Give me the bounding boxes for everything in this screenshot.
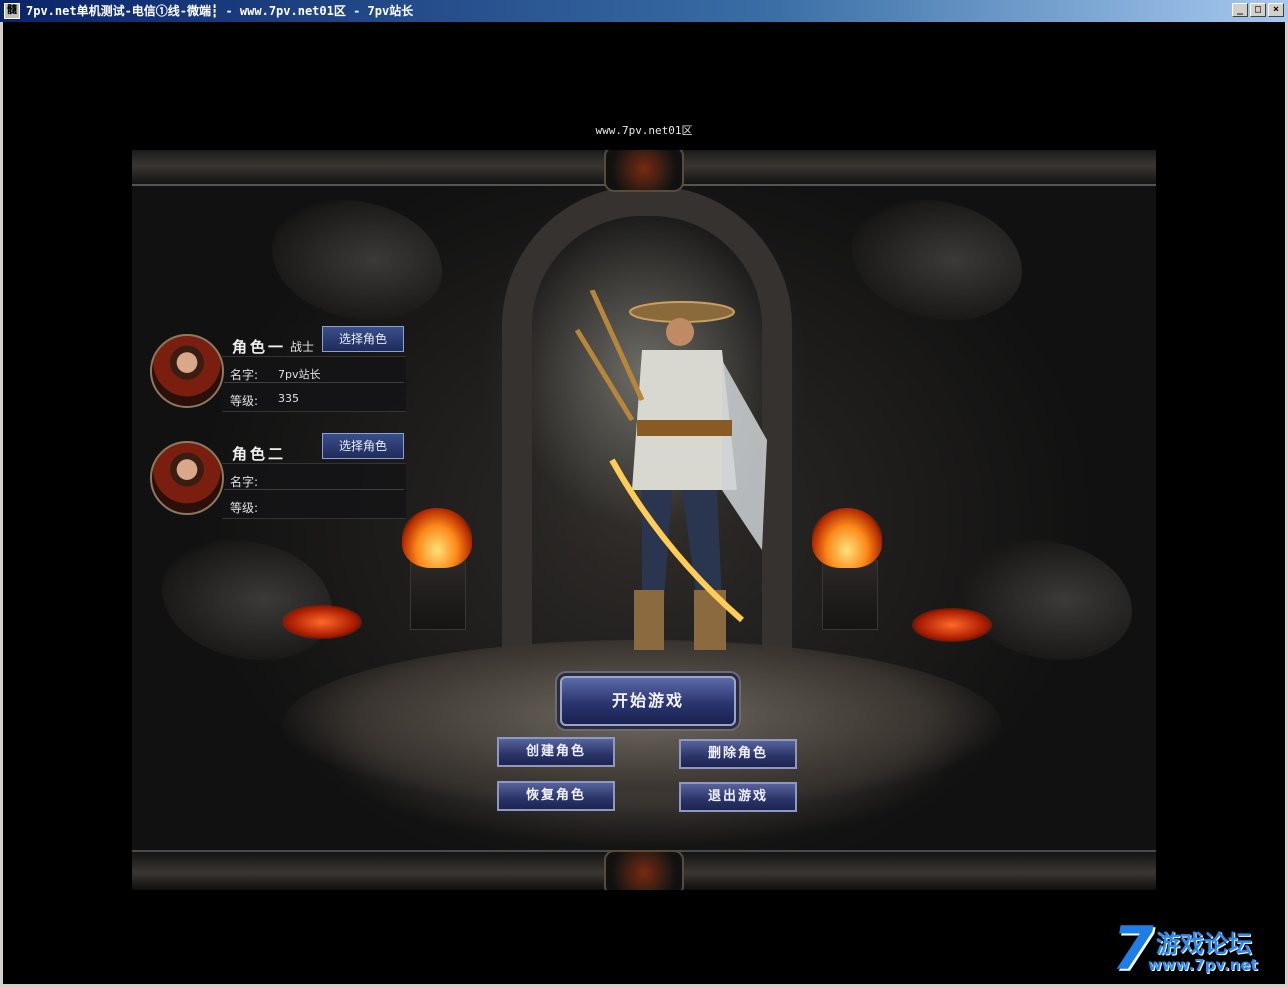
app-icon[interactable]: 髓 — [4, 3, 20, 19]
character-name: 7pv站长 — [278, 368, 321, 381]
brazier-icon — [822, 560, 878, 630]
flame-icon — [402, 508, 472, 568]
level-row: 等级: — [230, 499, 258, 516]
select-character-button[interactable]: 选择角色 — [322, 326, 404, 352]
dragon-statue-icon — [272, 200, 442, 320]
watermark-text: 游戏论坛 — [1156, 930, 1252, 958]
minimize-button[interactable]: _ — [1232, 3, 1248, 17]
exit-game-button[interactable]: 退出游戏 — [679, 782, 797, 812]
slot-title: 角色一 — [232, 338, 287, 356]
window-title: 7pv.net单机测试-电信①线-微端┇ - www.7pv.net01区 - … — [26, 4, 414, 18]
restore-character-button[interactable]: 恢复角色 — [497, 781, 615, 811]
slot-title: 角色二 — [232, 445, 287, 463]
level-label: 等级: — [230, 394, 259, 408]
name-label: 名字: — [230, 475, 259, 489]
warrior-character-icon — [574, 290, 767, 650]
maximize-button[interactable]: □ — [1250, 3, 1266, 17]
character-slot-1[interactable]: 角色一 战士 选择角色 名字: 7pv站长 等级: 335 — [150, 326, 406, 412]
level-row: 等级: 335 — [230, 392, 299, 409]
dragon-head-icon — [962, 540, 1132, 660]
name-row: 名字: 7pv站长 — [230, 366, 321, 383]
flame-icon — [812, 508, 882, 568]
character-avatar[interactable] — [150, 441, 224, 515]
dragon-fire-icon — [912, 608, 992, 642]
level-label: 等级: — [230, 501, 259, 515]
select-character-button[interactable]: 选择角色 — [322, 433, 404, 459]
window-controls: _ □ × — [1232, 3, 1284, 17]
name-row: 名字: — [230, 473, 258, 490]
name-label: 名字: — [230, 368, 259, 382]
server-label: www.7pv.net01区 — [595, 124, 693, 137]
close-button[interactable]: × — [1268, 3, 1284, 17]
site-watermark: 7 游戏论坛 www.7pv.net — [1112, 918, 1282, 980]
dragon-fire-icon — [282, 605, 362, 639]
demon-crest-icon — [604, 850, 684, 890]
delete-character-button[interactable]: 删除角色 — [679, 739, 797, 769]
demon-crest-icon — [604, 150, 684, 192]
watermark-url: www.7pv.net — [1148, 956, 1258, 974]
dragon-head-icon — [162, 540, 332, 660]
character-avatar[interactable] — [150, 334, 224, 408]
character-level: 335 — [278, 392, 299, 405]
start-game-button[interactable]: 开始游戏 — [560, 676, 736, 726]
brazier-icon — [410, 560, 466, 630]
window-title-bar[interactable]: 髓 7pv.net单机测试-电信①线-微端┇ - www.7pv.net01区 … — [0, 0, 1288, 22]
character-select-scene — [132, 150, 1156, 890]
create-character-button[interactable]: 创建角色 — [497, 737, 615, 767]
character-class: 战士 — [290, 340, 315, 354]
character-slot-2[interactable]: 角色二 选择角色 名字: 等级: — [150, 433, 406, 519]
dragon-statue-icon — [852, 200, 1022, 320]
